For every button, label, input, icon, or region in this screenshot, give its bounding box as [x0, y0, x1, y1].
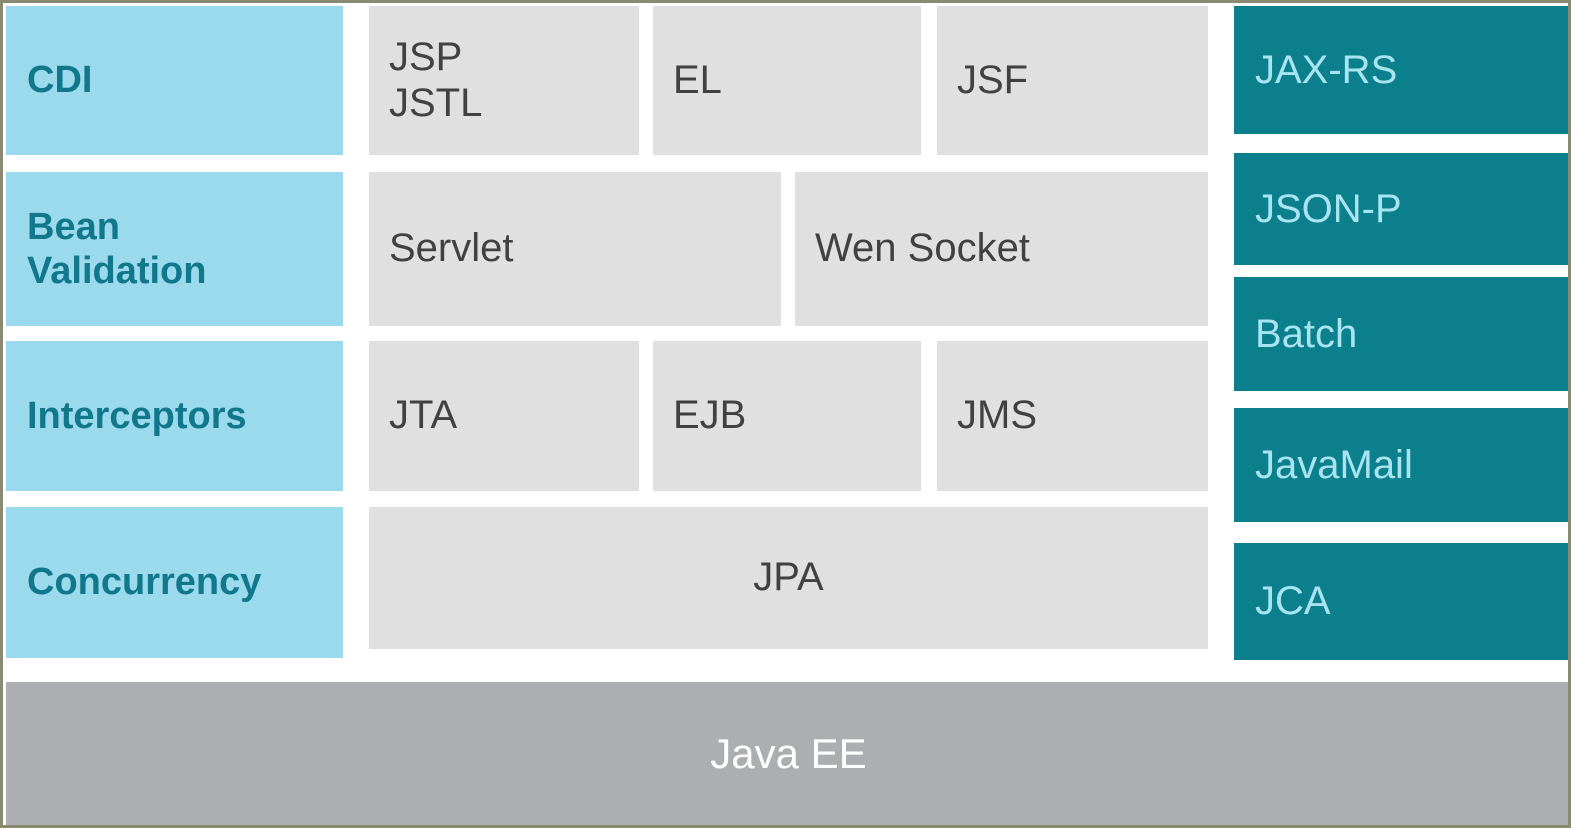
block-web-socket-label: Wen Socket [815, 226, 1030, 271]
block-web-socket: Wen Socket [795, 172, 1208, 326]
block-json-p: JSON-P [1234, 153, 1568, 265]
block-ejb-label: EJB [673, 393, 747, 438]
block-bean-validation: Bean Validation [6, 172, 343, 326]
block-el-label: EL [673, 57, 722, 102]
block-jpa-label: JPA [753, 555, 824, 600]
block-batch-label: Batch [1255, 311, 1358, 356]
block-jsp-jstl: JSP JSTL [369, 6, 639, 155]
block-servlet: Servlet [369, 172, 781, 326]
block-ejb: EJB [653, 341, 921, 491]
block-jca-label: JCA [1255, 579, 1331, 623]
block-json-p-label: JSON-P [1255, 186, 1402, 231]
block-jca: JCA [1234, 543, 1568, 660]
block-cdi-label: CDI [27, 59, 93, 102]
block-interceptors: Interceptors [6, 341, 343, 491]
block-jta-label: JTA [389, 393, 458, 438]
block-concurrency-label: Concurrency [27, 561, 262, 604]
block-concurrency: Concurrency [6, 507, 343, 658]
block-jta: JTA [369, 341, 639, 491]
block-jpa: JPA [369, 507, 1208, 649]
block-javamail: JavaMail [1234, 408, 1568, 522]
block-jsf: JSF [937, 6, 1208, 155]
block-jms: JMS [937, 341, 1208, 491]
java-ee-stack-diagram: CDI Bean Validation Interceptors Concurr… [0, 0, 1571, 828]
block-java-ee-platform-label: Java EE [710, 729, 867, 777]
block-java-ee-platform: Java EE [6, 682, 1568, 825]
block-jax-rs-label: JAX-RS [1255, 47, 1398, 92]
block-cdi: CDI [6, 6, 343, 155]
block-bean-validation-label: Bean Validation [27, 205, 207, 292]
block-batch: Batch [1234, 277, 1568, 391]
block-servlet-label: Servlet [389, 226, 514, 271]
block-jms-label: JMS [957, 393, 1037, 438]
block-interceptors-label: Interceptors [27, 394, 247, 437]
block-javamail-label: JavaMail [1255, 442, 1413, 487]
block-jax-rs: JAX-RS [1234, 6, 1568, 134]
block-el: EL [653, 6, 921, 155]
block-jsf-label: JSF [957, 57, 1029, 102]
block-jsp-jstl-label: JSP JSTL [389, 34, 483, 125]
